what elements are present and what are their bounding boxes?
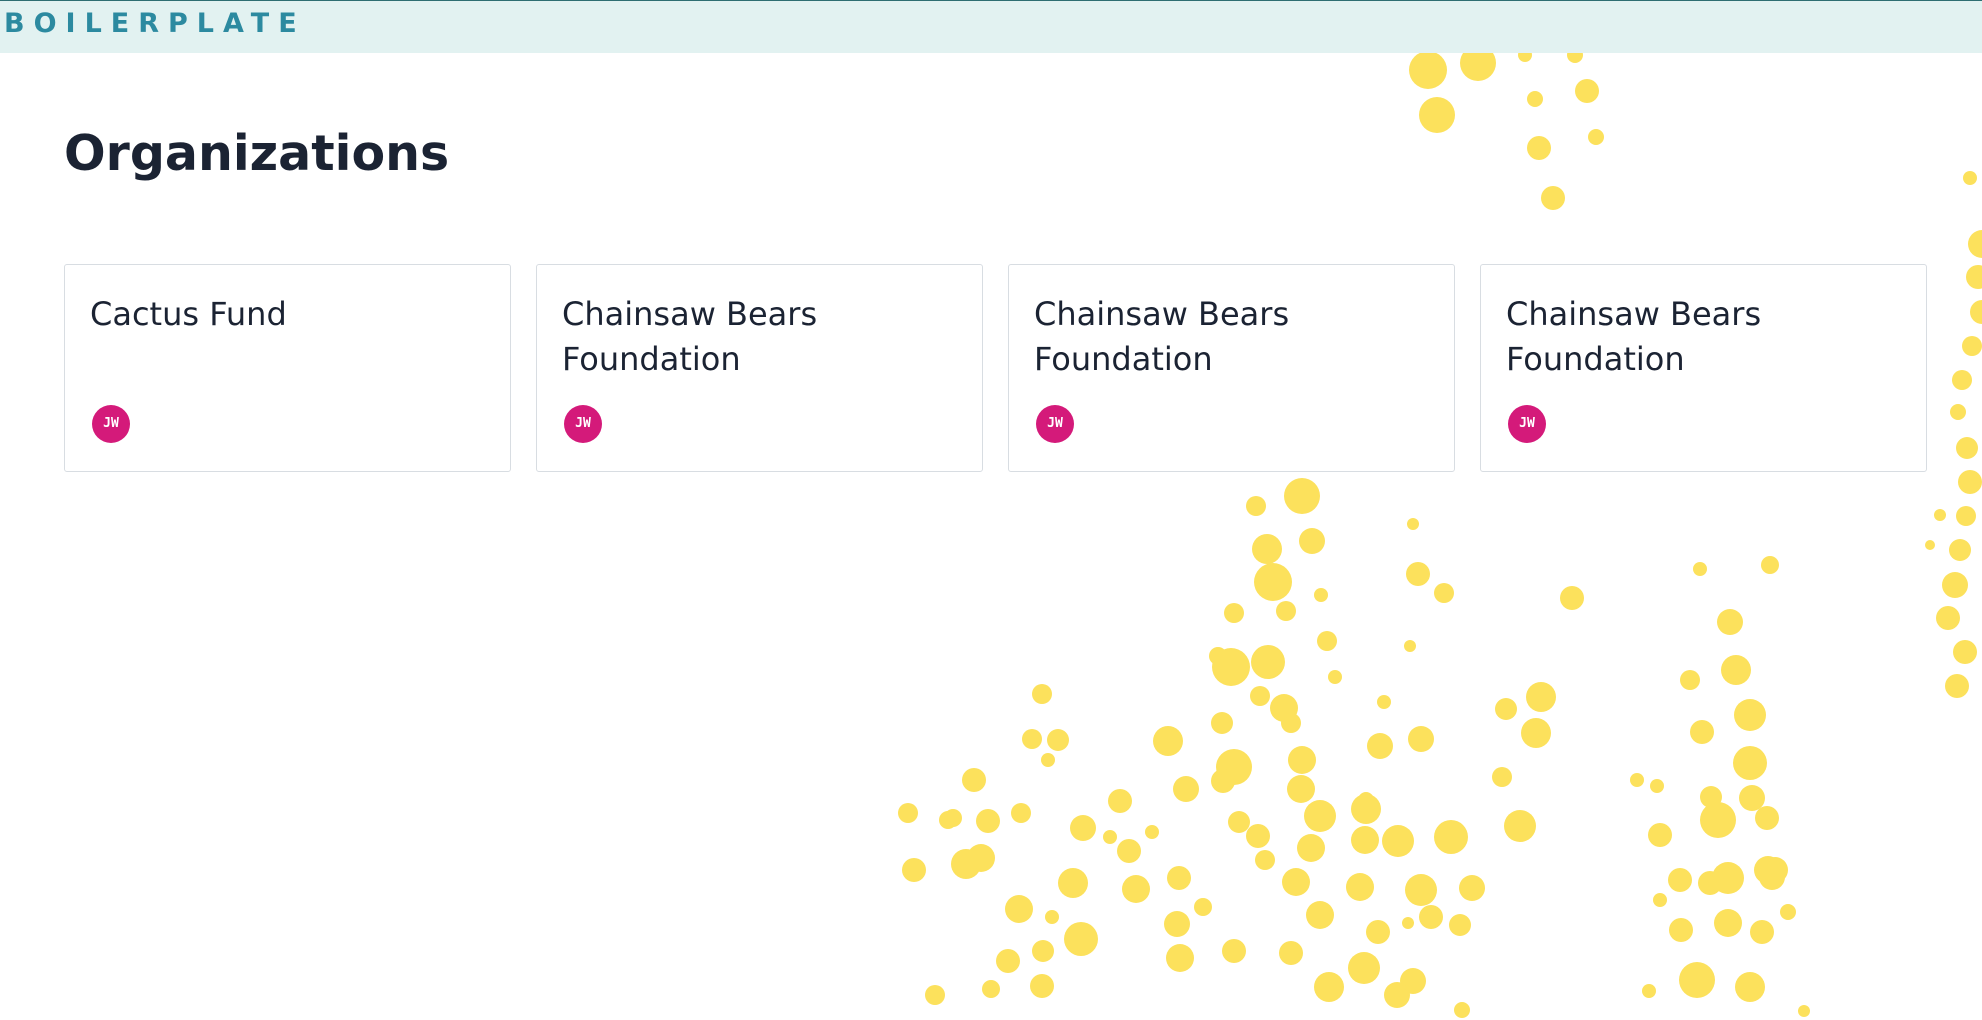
member-avatar: JW [1036, 405, 1074, 443]
member-avatar: JW [92, 405, 130, 443]
app-page: BOILERPLATE Organizations Cactus Fund JW… [0, 0, 1982, 1020]
organization-card[interactable]: Chainsaw Bears Foundation JW [1008, 264, 1455, 472]
member-avatar: JW [1508, 405, 1546, 443]
organization-name: Chainsaw Bears Foundation [1506, 295, 1762, 378]
organization-card[interactable]: Chainsaw Bears Foundation JW [536, 264, 983, 472]
organizations-list: Cactus Fund JW Chainsaw Bears Foundation… [64, 264, 1927, 472]
organization-name: Cactus Fund [90, 295, 287, 333]
organization-card[interactable]: Chainsaw Bears Foundation JW [1480, 264, 1927, 472]
organization-card[interactable]: Cactus Fund JW [64, 264, 511, 472]
main-content: Organizations Cactus Fund JW Chainsaw Be… [0, 53, 1982, 1020]
member-avatar: JW [564, 405, 602, 443]
organization-name: Chainsaw Bears Foundation [562, 295, 818, 378]
top-navbar: BOILERPLATE [0, 0, 1982, 53]
organization-name: Chainsaw Bears Foundation [1034, 295, 1290, 378]
page-title: Organizations [64, 125, 450, 182]
brand-logo[interactable]: BOILERPLATE [4, 10, 306, 37]
